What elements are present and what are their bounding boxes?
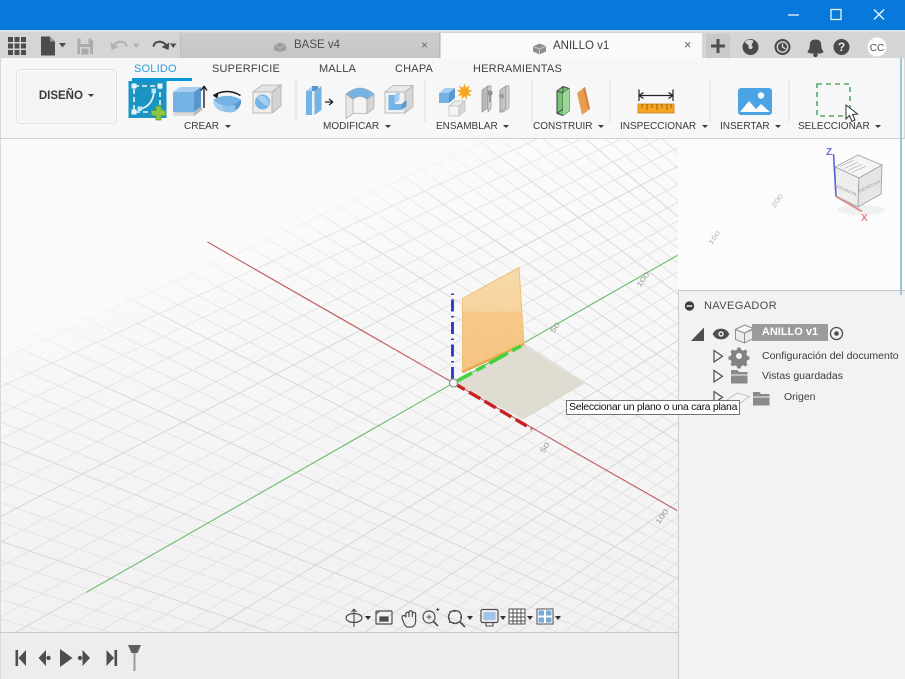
svg-text:X: X [861,213,868,224]
svg-text:CC: CC [870,43,884,54]
svg-text:?: ? [838,40,845,54]
svg-text:Z: Z [826,147,832,158]
svg-text:200: 200 [770,192,785,209]
svg-text:150: 150 [707,229,722,246]
